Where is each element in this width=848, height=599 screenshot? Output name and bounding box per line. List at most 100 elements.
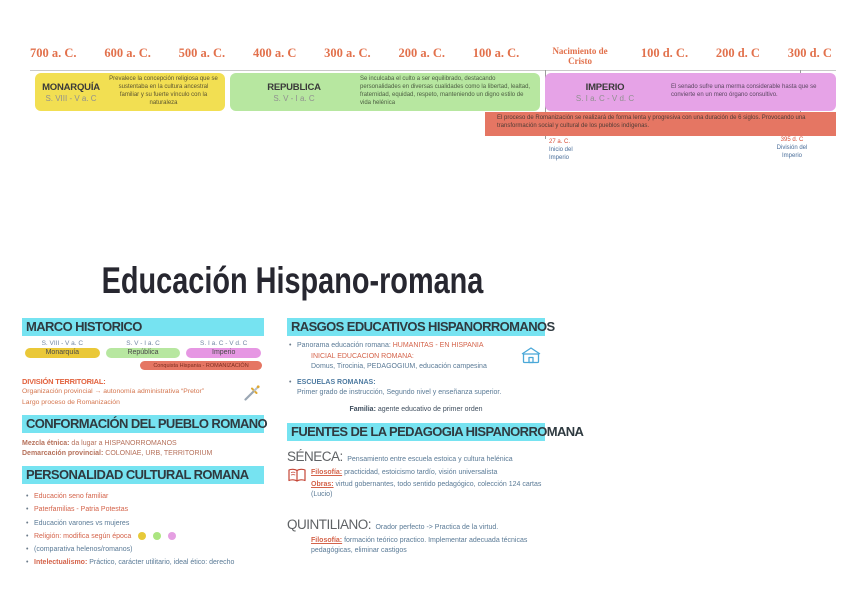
section-header-marco-historico: MARCO HISTORICO bbox=[22, 318, 264, 336]
marco-pill-imperio: Imperio bbox=[186, 348, 261, 358]
personalidad-bullet-list: Educación seno familiar Paterfamilias - … bbox=[26, 490, 264, 570]
annotation-inicio-imperio: 27 a. C. Inicio del Imperio bbox=[549, 139, 573, 162]
period-title-block: IMPERIO S. I a. C - V d. C bbox=[545, 82, 665, 103]
timeline-date: 300 a. C. bbox=[324, 46, 371, 61]
rasgos-body: Panorama educación romana: HUMANITAS - E… bbox=[287, 341, 545, 413]
obras-lead: Obras: bbox=[311, 481, 334, 488]
conformacion-line: Mezcla étnica: da lugar a HISPANORROMANO… bbox=[22, 440, 264, 447]
bullet-item-religion: Religión: modifica según época bbox=[26, 530, 264, 543]
annotation-date: 395 d. C bbox=[766, 137, 818, 145]
timeline-dates-row: 700 a. C. 600 a. C. 500 a. C. 400 a. C 3… bbox=[30, 46, 832, 67]
period-name: MONARQUÍA bbox=[35, 82, 107, 93]
author-name: SÉNECA: bbox=[287, 449, 343, 464]
period-box-republica: REPUBLICA S. V - I a. C Se inculcaba el … bbox=[230, 73, 540, 111]
timeline-date: 300 d. C bbox=[788, 46, 832, 61]
right-column: RASGOS EDUCATIVOS HISPANORROMANOS Panora… bbox=[287, 318, 545, 556]
obras-rest: virtud gobernantes, todo sentido pedagóg… bbox=[311, 481, 541, 498]
period-name: REPUBLICA bbox=[230, 82, 358, 93]
period-description: El senado sufre una merma considerable h… bbox=[665, 82, 836, 102]
author-seneca-block: SÉNECA: Pensamiento entre escuela estoic… bbox=[287, 448, 545, 500]
marco-range: S. VIII - V a. C bbox=[22, 340, 103, 347]
annotation-text: Imperio bbox=[766, 153, 818, 161]
bullet-item-escuelas: ESCUELAS ROMANAS: Primer grado de instru… bbox=[289, 378, 545, 399]
division-territorial-title: DIVISIÓN TERRITORIAL: bbox=[22, 377, 238, 386]
bullet-lead: Intelectualismo: bbox=[34, 559, 87, 566]
author-quintiliano-block: QUINTILIANO: Orador perfecto -> Practica… bbox=[287, 516, 545, 556]
religion-dot-green-icon bbox=[153, 532, 161, 540]
bullet-item-panorama: Panorama educación romana: HUMANITAS - E… bbox=[289, 341, 545, 373]
author-name: QUINTILIANO: bbox=[287, 517, 371, 532]
bullet-detail: Domus, Tirocinia, PEDAGOGIUM, educación … bbox=[311, 362, 487, 373]
timeline-date: 200 a. C. bbox=[398, 46, 445, 61]
author-summary: Orador perfecto -> Practica de la virtud… bbox=[375, 524, 498, 531]
timeline-date: 700 a. C. bbox=[30, 46, 77, 61]
period-range: S. I a. C - V d. C bbox=[545, 94, 665, 103]
author-obras-line: Obras: virtud gobernantes, todo sentido … bbox=[311, 480, 545, 500]
bullet-item: (comparativa helenos/romanos) bbox=[26, 543, 264, 556]
marco-period-republica: S. V - I a. C República bbox=[103, 340, 184, 358]
period-range: S. V - I a. C bbox=[230, 94, 358, 103]
left-column: MARCO HISTORICO S. VIII - V a. C Monarqu… bbox=[22, 318, 264, 570]
religion-dot-purple-icon bbox=[168, 532, 176, 540]
timeline-date: 200 d. C bbox=[716, 46, 760, 61]
timeline-date: 100 d. C. bbox=[641, 46, 688, 61]
open-book-icon bbox=[287, 468, 307, 488]
conformacion-lead: Demarcación provincial: bbox=[22, 450, 103, 457]
page-title: Educación Hispano-romana bbox=[64, 260, 520, 302]
filosofia-rest: practicidad, estoicismo tardío, visión u… bbox=[344, 469, 497, 476]
marco-period-monarquia: S. VIII - V a. C Monarquía bbox=[22, 340, 103, 358]
filosofia-lead: Filosofía: bbox=[311, 469, 342, 476]
section-header-fuentes-pedagogia: FUENTES DE LA PEDAGOGIA HISPANORROMANA bbox=[287, 423, 545, 441]
infographic-page: 700 a. C. 600 a. C. 500 a. C. 400 a. C 3… bbox=[0, 0, 848, 599]
bullet-lead: ESCUELAS ROMANAS: bbox=[297, 379, 376, 386]
annotation-text: Imperio bbox=[549, 155, 573, 163]
bullet-text: Religión: modifica según época bbox=[34, 533, 131, 540]
timeline-date: 500 a. C. bbox=[179, 46, 226, 61]
bullet-item: Paterfamilias - Patria Potestas bbox=[26, 503, 264, 516]
bullet-item: Educación seno familiar bbox=[26, 490, 264, 503]
bullet-highlight: INICIAL EDUCACION ROMANA: bbox=[311, 352, 414, 363]
section-header-personalidad-cultural-romana: PERSONALIDAD CULTURAL ROMANA bbox=[22, 466, 264, 484]
marco-pill-monarquia: Monarquía bbox=[25, 348, 100, 358]
period-range: S. VIII - V a. C bbox=[35, 94, 107, 103]
rasgos-bullet-list: Panorama educación romana: HUMANITAS - E… bbox=[289, 341, 545, 399]
filosofia-lead: Filosofía: bbox=[311, 537, 342, 544]
marco-range: S. I a. C - V d. C bbox=[183, 340, 264, 347]
timeline-date: 100 a. C. bbox=[473, 46, 520, 61]
marco-range: S. V - I a. C bbox=[103, 340, 184, 347]
bullet-highlight: HUMANITAS - EN HISPANIA bbox=[393, 342, 484, 349]
period-description: Se inculcaba el culto a ser equilibrado,… bbox=[358, 74, 540, 109]
bullet-item-intelectualismo: Intelectualismo: Práctico, carácter util… bbox=[26, 556, 264, 569]
marco-pill-republica: República bbox=[106, 348, 181, 358]
conquista-romanizacion-pill: Conquista Hispania - ROMANIZACIÓN bbox=[140, 361, 262, 370]
marco-periods-row: S. VIII - V a. C Monarquía S. V - I a. C… bbox=[22, 340, 264, 358]
conformacion-rest: da lugar a HISPANORROMANOS bbox=[71, 440, 176, 447]
religion-dot-yellow-icon bbox=[138, 532, 146, 540]
author-filosofia-line: Filosofía: formación teórico practico. I… bbox=[311, 536, 545, 556]
romanizacion-bar: El proceso de Romanización se realizará … bbox=[485, 112, 836, 136]
familia-rest: agente educativo de primer orden bbox=[378, 406, 483, 413]
division-territorial-line: Organización provincial → autonomía admi… bbox=[22, 388, 238, 395]
bullet-rest: Práctico, carácter utilitario, ideal éti… bbox=[89, 559, 234, 566]
timeline-date-nacimiento-de-cristo: Nacimiento de Cristo bbox=[547, 46, 613, 67]
annotation-division-imperio: 395 d. C División del Imperio bbox=[766, 137, 818, 160]
timeline-date: 400 a. C bbox=[253, 46, 296, 61]
conformacion-lead: Mezcla étnica: bbox=[22, 440, 69, 447]
annotation-date: 27 a. C. bbox=[549, 139, 573, 147]
timeline-axis-line bbox=[30, 70, 836, 71]
marco-period-imperio: S. I a. C - V d. C Imperio bbox=[183, 340, 264, 358]
division-territorial-line: Largo proceso de Romanización bbox=[22, 399, 238, 406]
author-summary: Pensamiento entre escuela estoica y cult… bbox=[347, 456, 512, 463]
section-header-conformacion-pueblo-romano: CONFORMACIÓN DEL PUEBLO ROMANO bbox=[22, 415, 264, 433]
period-title-block: MONARQUÍA S. VIII - V a. C bbox=[35, 82, 107, 103]
conformacion-line: Demarcación provincial: COLONIAE, URB, T… bbox=[22, 450, 264, 457]
familia-lead: Familia: bbox=[349, 406, 375, 413]
bullet-lead: Panorama educación romana: bbox=[297, 342, 391, 349]
author-filosofia-line: Filosofía: practicidad, estoicismo tardí… bbox=[311, 468, 545, 478]
annotation-text: Inicio del bbox=[549, 147, 573, 155]
timeline-date: 600 a. C. bbox=[104, 46, 151, 61]
division-territorial-block: DIVISIÓN TERRITORIAL: Organización provi… bbox=[22, 377, 264, 406]
conformacion-rest: COLONIAE, URB, TERRITORIUM bbox=[105, 450, 212, 457]
bullet-detail: Primer grado de instrucción, Segundo niv… bbox=[297, 389, 501, 396]
filosofia-rest: formación teórico practico. Implementar … bbox=[311, 537, 527, 554]
